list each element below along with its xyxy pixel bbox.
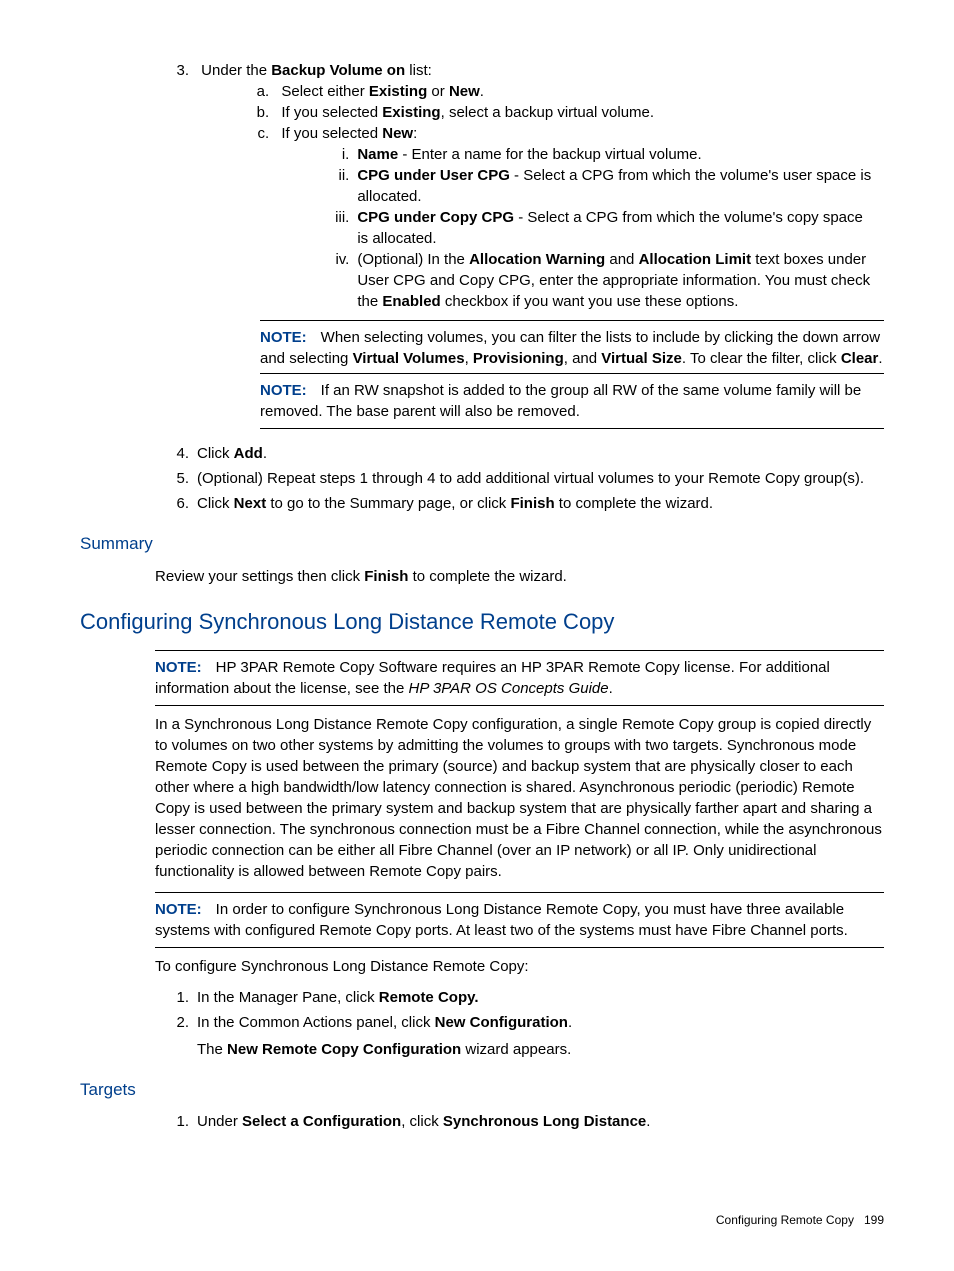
config-steps: 1.In the Manager Pane, click Remote Copy…	[155, 987, 884, 1060]
page-content: 3. Under the Backup Volume on list: a. S…	[80, 60, 884, 1229]
config-step-2: 2.In the Common Actions panel, click New…	[155, 1012, 884, 1060]
page-footer: Configuring Remote Copy 199	[80, 1212, 884, 1229]
config-paragraph: In a Synchronous Long Distance Remote Co…	[155, 714, 884, 882]
config-step-1: 1.In the Manager Pane, click Remote Copy…	[155, 987, 884, 1008]
targets-step-1: 1.Under Select a Configuration, click Sy…	[155, 1111, 884, 1132]
substeps-roman: i.Name - Enter a name for the backup vir…	[315, 144, 880, 312]
note-label: NOTE:	[155, 901, 202, 918]
substep-c: c. If you selected New: i.Name - Enter a…	[235, 123, 882, 312]
note-label: NOTE:	[260, 329, 307, 346]
note-label: NOTE:	[260, 382, 307, 399]
heading-summary: Summary	[80, 532, 884, 556]
note-block-requirements: NOTE:In order to configure Synchronous L…	[155, 892, 884, 948]
substep-a: a. Select either Existing or New.	[235, 81, 882, 102]
step-5: 5.(Optional) Repeat steps 1 through 4 to…	[155, 468, 884, 489]
config-step-2-result: The New Remote Copy Configuration wizard…	[197, 1039, 878, 1060]
substep-c-i: i.Name - Enter a name for the backup vir…	[315, 144, 880, 165]
heading-targets: Targets	[80, 1078, 884, 1102]
step-text: Under the Backup Volume on list: a. Sele…	[201, 60, 882, 312]
note-label: NOTE:	[155, 659, 202, 676]
step-6: 6.Click Next to go to the Summary page, …	[155, 493, 884, 514]
note-block-filter: NOTE:When selecting volumes, you can fil…	[260, 320, 884, 373]
step-4: 4.Click Add.	[155, 443, 884, 464]
note-block-snapshot: NOTE:If an RW snapshot is added to the g…	[260, 373, 884, 429]
ordered-steps: 3. Under the Backup Volume on list: a. S…	[155, 60, 884, 312]
substep-c-iii: iii.CPG under Copy CPG - Select a CPG fr…	[315, 207, 880, 249]
config-intro: To configure Synchronous Long Distance R…	[155, 956, 884, 977]
targets-steps: 1.Under Select a Configuration, click Sy…	[155, 1111, 884, 1132]
heading-config-sld: Configuring Synchronous Long Distance Re…	[80, 607, 884, 638]
step-number: 3.	[155, 60, 189, 81]
substep-c-iv: iv.(Optional) In the Allocation Warning …	[315, 249, 880, 312]
ordered-steps-cont: 4.Click Add. 5.(Optional) Repeat steps 1…	[155, 443, 884, 514]
substeps-alpha: a. Select either Existing or New. b. If …	[235, 81, 882, 312]
note-block-license: NOTE:HP 3PAR Remote Copy Software requir…	[155, 650, 884, 706]
substep-b: b. If you selected Existing, select a ba…	[235, 102, 882, 123]
step-3: 3. Under the Backup Volume on list: a. S…	[155, 60, 884, 312]
substep-c-ii: ii.CPG under User CPG - Select a CPG fro…	[315, 165, 880, 207]
summary-text: Review your settings then click Finish t…	[155, 566, 884, 587]
